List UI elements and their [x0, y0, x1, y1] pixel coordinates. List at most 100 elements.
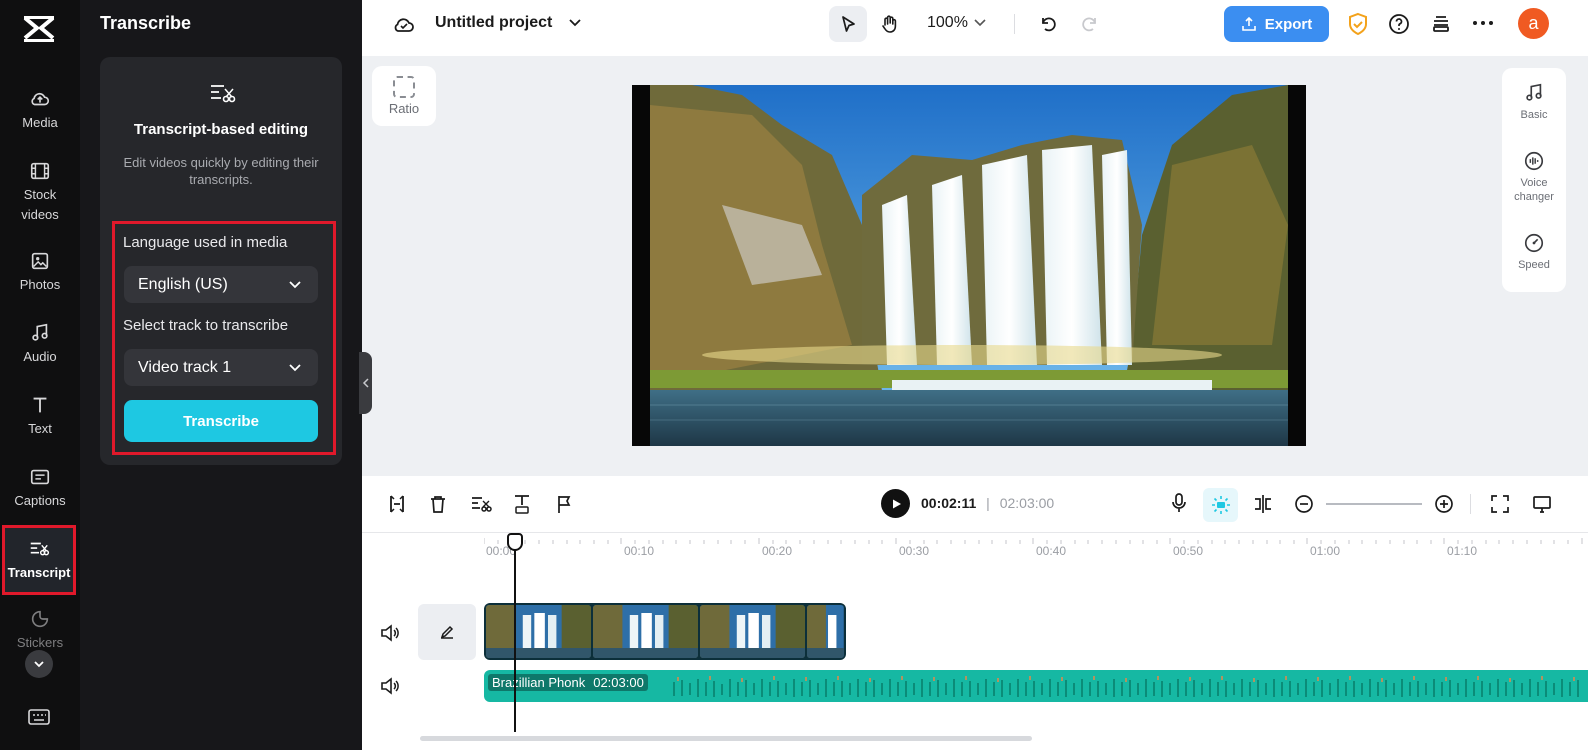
prop-basic[interactable]: Basic	[1502, 82, 1566, 122]
layers-menu-icon[interactable]	[1430, 13, 1452, 35]
project-name[interactable]: Untitled project	[435, 14, 552, 32]
audio-waveform	[673, 676, 1579, 697]
auto-caption-icon[interactable]	[512, 493, 532, 515]
pencil-icon	[440, 625, 454, 639]
timeline-scrollbar[interactable]	[420, 736, 1032, 741]
track-label: Select track to transcribe	[123, 317, 289, 334]
current-time: 00:02:11	[921, 495, 977, 511]
shield-check-icon[interactable]	[1347, 12, 1369, 36]
language-select[interactable]: English (US)	[124, 266, 318, 303]
voice-changer-icon	[1524, 151, 1544, 171]
rail-item-transcript[interactable]: Transcript	[2, 525, 76, 595]
rail-item-audio[interactable]: Audio	[0, 322, 80, 367]
chevron-down-icon[interactable]	[973, 17, 987, 29]
panel-title: Transcribe	[100, 13, 192, 33]
keyboard-icon[interactable]	[28, 708, 50, 726]
transcript-edit-icon[interactable]	[470, 494, 492, 514]
avatar[interactable]: a	[1518, 8, 1549, 39]
ruler-tick: 00:10	[624, 544, 655, 558]
left-rail: Media Stock videos Photos Audio Text Cap…	[0, 0, 80, 750]
delete-icon[interactable]	[429, 494, 447, 514]
play-button[interactable]	[881, 489, 910, 518]
rail-item-stock-videos[interactable]: Stock videos	[0, 160, 80, 225]
clip-frame	[486, 605, 592, 658]
fullscreen-icon[interactable]	[1490, 494, 1510, 514]
audio-clip[interactable]: Brazillian Phonk 02:03:00	[484, 670, 1588, 702]
speed-gauge-icon	[1524, 233, 1544, 253]
rail-label: Transcript	[7, 564, 71, 580]
zoom-slider[interactable]	[1326, 503, 1422, 505]
transcript-icon	[30, 542, 50, 555]
ratio-button[interactable]: Ratio	[372, 66, 436, 126]
collapse-panel-handle[interactable]	[359, 352, 372, 414]
split-align-icon[interactable]	[1252, 493, 1274, 515]
film-icon	[30, 162, 50, 180]
select-tool-button[interactable]	[829, 6, 867, 42]
chevron-down-icon	[289, 364, 301, 372]
prop-voice-changer[interactable]: Voice changer	[1502, 150, 1566, 204]
waterfall-scene-image	[632, 85, 1306, 446]
more-horizontal-icon[interactable]	[1472, 19, 1494, 27]
transcribe-button[interactable]: Transcribe	[124, 400, 318, 442]
playhead[interactable]	[514, 540, 516, 732]
cloud-sync-icon[interactable]	[392, 13, 416, 35]
export-button[interactable]: Export	[1224, 6, 1329, 42]
track-volume-icon[interactable]	[380, 624, 400, 642]
cover-edit-button[interactable]	[418, 604, 476, 660]
ruler-tick: 00:30	[899, 544, 930, 558]
chevron-down-icon[interactable]	[568, 17, 582, 29]
audio-track-name: Brazillian Phonk	[492, 675, 586, 690]
video-clip[interactable]	[484, 603, 846, 660]
ruler-tick: 01:10	[1447, 544, 1478, 558]
toolbar-divider	[1014, 14, 1015, 34]
rail-item-captions[interactable]: Captions	[0, 466, 80, 511]
clip-frame	[700, 605, 806, 658]
zoom-in-icon[interactable]	[1434, 494, 1454, 514]
playhead-handle[interactable]	[507, 533, 523, 551]
rail-item-photos[interactable]: Photos	[0, 250, 80, 295]
video-preview[interactable]	[632, 85, 1306, 446]
zoom-out-icon[interactable]	[1294, 494, 1314, 514]
language-label: Language used in media	[123, 234, 288, 251]
rail-item-stickers[interactable]: Stickers	[0, 608, 80, 653]
flag-marker-icon[interactable]	[556, 494, 572, 514]
undo-icon[interactable]	[1038, 14, 1058, 34]
rail-label: Captions	[14, 493, 66, 508]
prop-label: Speed	[1518, 259, 1550, 271]
chevron-down-icon	[34, 661, 44, 668]
properties-panel: Basic Voice changer Speed	[1502, 68, 1566, 292]
ratio-label: Ratio	[388, 101, 420, 116]
rail-item-media[interactable]: Media	[0, 88, 80, 133]
track-select[interactable]: Video track 1	[124, 349, 318, 386]
rail-label: Photos	[19, 277, 61, 292]
rail-item-text[interactable]: Text	[0, 394, 80, 439]
help-icon[interactable]	[1388, 13, 1410, 35]
redo-icon[interactable]	[1080, 14, 1100, 34]
total-time: 02:03:00	[999, 495, 1055, 511]
card-description: Edit videos quickly by editing their tra…	[123, 155, 319, 187]
capcut-logo[interactable]	[22, 14, 56, 44]
transcript-icon	[211, 85, 236, 103]
rail-label: Audio	[23, 349, 57, 364]
audio-track-duration: 02:03:00	[593, 675, 644, 690]
time-separator: |	[986, 495, 990, 511]
image-icon	[31, 252, 49, 270]
toolbar-divider	[1470, 494, 1471, 514]
track-volume-icon[interactable]	[380, 677, 400, 695]
ruler-tick: 00:20	[762, 544, 793, 558]
ruler-ticks	[484, 538, 1583, 544]
zoom-level[interactable]: 100%	[927, 14, 968, 32]
music-note-icon	[1526, 83, 1542, 101]
rail-label: Stock videos	[21, 187, 59, 222]
cursor-arrow-icon	[842, 16, 855, 32]
microphone-icon[interactable]	[1170, 492, 1188, 514]
snap-magnet-icon	[1212, 496, 1230, 514]
captions-icon	[30, 469, 50, 485]
prop-speed[interactable]: Speed	[1502, 232, 1566, 272]
monitor-icon[interactable]	[1532, 494, 1552, 514]
music-note-icon	[32, 323, 48, 341]
hand-tool-icon[interactable]	[879, 13, 901, 35]
rail-more-button[interactable]	[25, 650, 53, 678]
rail-label: Text	[28, 421, 52, 436]
split-icon[interactable]	[388, 494, 406, 514]
